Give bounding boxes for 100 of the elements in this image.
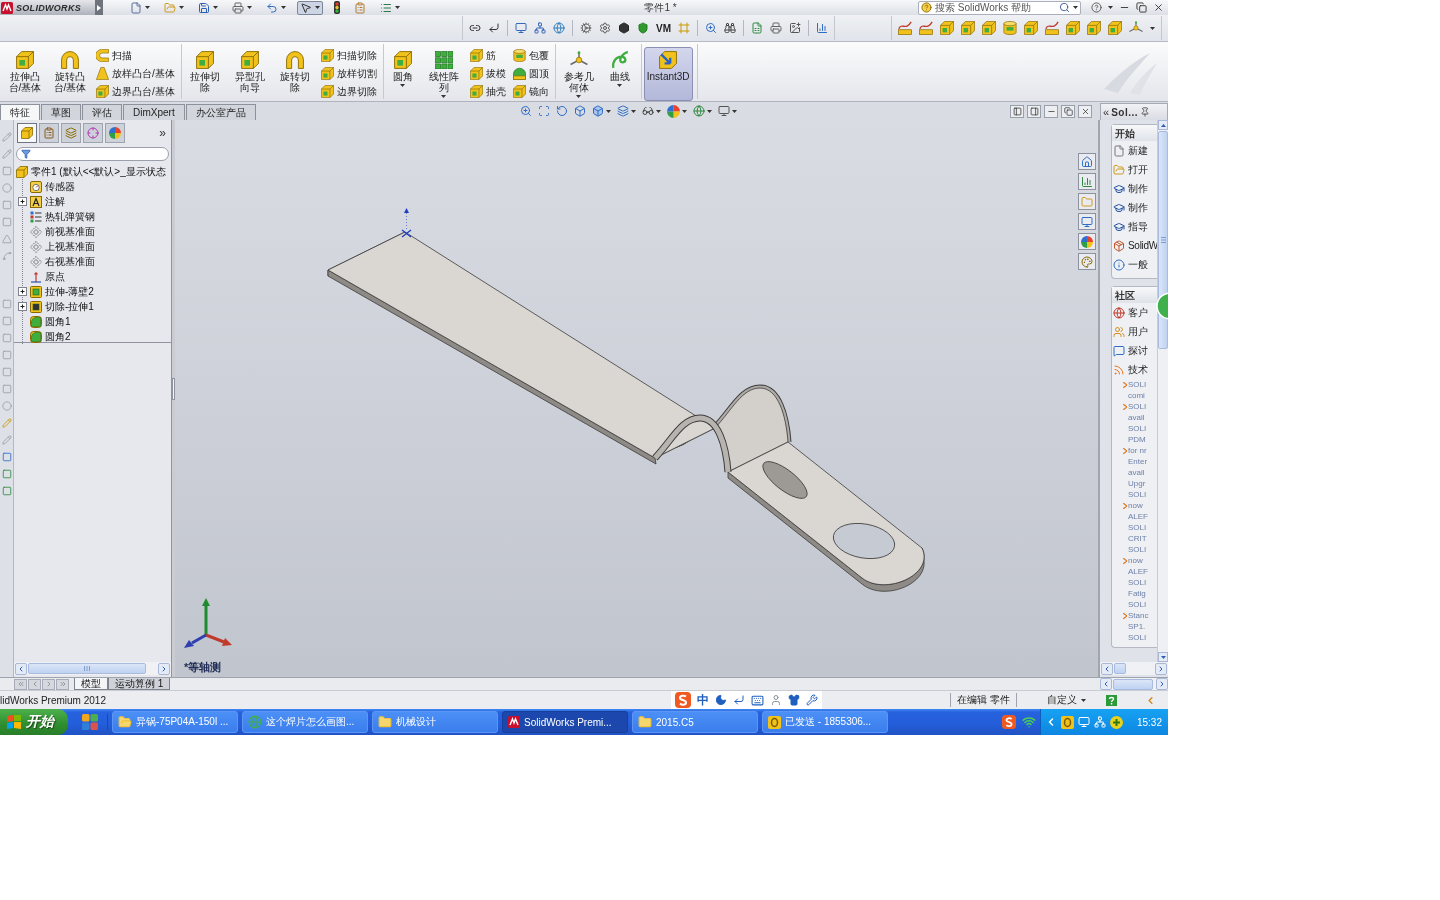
square-icon[interactable]	[1, 469, 12, 479]
caret-icon[interactable]	[145, 6, 150, 9]
search-icon[interactable]	[1059, 2, 1070, 13]
task-pane-link[interactable]: 制作	[1112, 179, 1157, 198]
caret-icon[interactable]	[732, 109, 737, 113]
scroll-thumb[interactable]	[1113, 678, 1153, 690]
tree-item[interactable]: 右视基准面	[45, 254, 95, 269]
task-pane-link[interactable]: 指导	[1112, 217, 1157, 236]
monitor-icon[interactable]	[515, 22, 527, 34]
zoom-in-icon[interactable]	[520, 105, 532, 117]
axes-icon[interactable]	[1129, 21, 1143, 35]
cube-icon[interactable]	[1108, 21, 1122, 35]
gear-icon[interactable]	[599, 22, 611, 34]
tree-item[interactable]: 圆角1	[45, 314, 71, 329]
close-icon[interactable]	[1153, 2, 1164, 13]
chart-icon[interactable]	[816, 22, 828, 34]
cylinder-icon[interactable]	[1003, 21, 1017, 35]
cone-icon[interactable]	[96, 67, 109, 80]
printer-icon[interactable]	[770, 22, 782, 34]
filter-field[interactable]	[16, 147, 169, 161]
quick-access-button[interactable]	[229, 0, 255, 15]
caret-icon[interactable]	[617, 84, 623, 87]
caret-icon[interactable]	[1150, 26, 1155, 30]
more-button[interactable]: »	[157, 126, 168, 140]
ime-mode-button[interactable]: 中	[696, 691, 709, 709]
spreadsheet-icon[interactable]	[751, 22, 763, 34]
tree-item[interactable]: 传感器	[45, 179, 75, 194]
layers-icon[interactable]	[617, 105, 629, 117]
ribbon-button[interactable]: 抽壳	[467, 84, 508, 99]
tree-item[interactable]: 切除-拉伸1	[45, 299, 94, 314]
pin-icon[interactable]	[1140, 107, 1151, 117]
ribbon-button[interactable]: 拉伸切除	[183, 47, 226, 96]
caret-icon[interactable]	[707, 109, 712, 113]
info-icon[interactable]	[1113, 258, 1125, 271]
horizontal-scrollbar[interactable]	[14, 662, 171, 675]
cube-icon[interactable]	[320, 67, 334, 80]
ribbon-button[interactable]: 旋转凸台/基体	[49, 47, 91, 96]
tree-item[interactable]: 圆角2	[45, 329, 71, 344]
help-icon[interactable]	[921, 2, 932, 13]
caret-icon[interactable]	[179, 6, 184, 9]
task-pane-link[interactable]: SolidW	[1112, 236, 1157, 255]
tree-item[interactable]: 上视基准面	[45, 239, 95, 254]
folder-icon[interactable]	[1113, 163, 1125, 176]
help-icon[interactable]	[1105, 694, 1117, 706]
rss-icon[interactable]	[1113, 363, 1125, 376]
ribbon-button[interactable]: 线性阵列	[422, 47, 465, 101]
ribbon-button[interactable]: 放样切割	[318, 66, 379, 81]
graduation-cap-icon[interactable]	[1113, 220, 1125, 233]
tree-item[interactable]: 原点	[45, 269, 65, 284]
tree-item[interactable]: 拉伸-薄壁2	[45, 284, 94, 299]
cube-icon[interactable]	[195, 51, 214, 69]
ribbon-button[interactable]: 圆角	[385, 47, 420, 90]
tree-item[interactable]: 热轧弹簧钢	[45, 209, 95, 224]
network-icon[interactable]	[1094, 716, 1106, 728]
ribbon-button[interactable]: 边界凸台/基体	[94, 84, 177, 99]
news-link[interactable]: SOLI comi	[1128, 379, 1147, 401]
save-icon[interactable]	[198, 1, 210, 14]
keyboard-icon[interactable]	[750, 693, 764, 707]
ribbon-button[interactable]: 拔模	[467, 66, 508, 81]
user-icon[interactable]	[769, 694, 782, 706]
glasses-icon[interactable]	[642, 105, 654, 117]
curve-icon[interactable]	[1045, 21, 1059, 35]
curve-icon[interactable]	[898, 21, 912, 35]
ribbon-tab[interactable]: DimXpert	[123, 104, 185, 120]
ring-tile-icon[interactable]	[1061, 715, 1074, 729]
caret-icon[interactable]	[247, 6, 252, 9]
grid-icon[interactable]	[434, 51, 453, 69]
caret-icon[interactable]	[606, 109, 611, 113]
logo-button[interactable]: SOLIDWORKS	[0, 0, 95, 15]
printer-icon[interactable]	[232, 1, 244, 14]
horizontal-scrollbar[interactable]	[1100, 662, 1168, 675]
cube-icon[interactable]	[16, 51, 34, 69]
arch-icon[interactable]	[285, 51, 304, 69]
ime-logo-icon[interactable]	[1002, 715, 1016, 729]
document-icon[interactable]	[1113, 144, 1125, 157]
caret-icon[interactable]	[213, 6, 218, 9]
task-pane-link[interactable]: 制作	[1112, 198, 1157, 217]
cube-icon[interactable]	[512, 85, 526, 98]
taskbar-button[interactable]: 这个焊片怎么画图...	[242, 711, 368, 733]
ring-tile-icon[interactable]	[768, 715, 781, 729]
bottom-tab[interactable]: 模型	[74, 678, 108, 690]
caret-icon[interactable]	[1073, 6, 1078, 9]
ribbon-button[interactable]: 边界切除	[318, 84, 379, 99]
globe-icon[interactable]	[553, 22, 565, 34]
ribbon-button[interactable]: 圆顶	[510, 66, 551, 81]
caret-icon[interactable]	[281, 6, 286, 9]
graduation-cap-icon[interactable]	[1113, 182, 1125, 195]
caret-icon[interactable]	[1080, 698, 1086, 702]
tree-item[interactable]: 零件1 (默认<<默认>_显示状态	[31, 164, 166, 179]
start-button[interactable]: 开始	[0, 709, 68, 735]
taskbar-button[interactable]: 机械设计	[372, 711, 498, 733]
restore-icon[interactable]	[1136, 2, 1147, 13]
graduation-cap-icon[interactable]	[1113, 201, 1125, 214]
wifi-icon[interactable]	[1022, 715, 1036, 729]
c-shape-icon[interactable]	[96, 49, 109, 62]
ribbon-button[interactable]: 放样凸台/基体	[94, 66, 177, 81]
caret-icon[interactable]	[682, 109, 687, 113]
hexagon-icon[interactable]	[618, 22, 630, 34]
menu-button[interactable]	[95, 0, 103, 15]
caret-icon[interactable]	[315, 6, 320, 9]
